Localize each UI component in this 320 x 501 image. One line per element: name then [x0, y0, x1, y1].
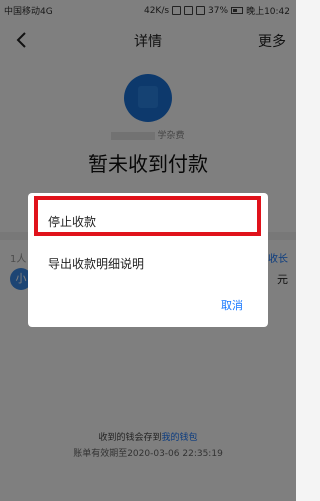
stop-collection-option[interactable]: 停止收款 [48, 213, 96, 230]
export-details-option[interactable]: 导出收款明细说明 [48, 255, 144, 272]
cancel-button[interactable]: 取消 [221, 297, 243, 313]
action-dialog: 停止收款 导出收款明细说明 取消 [28, 193, 268, 327]
detail-page: 中国移动4G 42K/s 37% 晚上10:42 详情 更多 学杂费 暂未收到付… [0, 0, 296, 501]
